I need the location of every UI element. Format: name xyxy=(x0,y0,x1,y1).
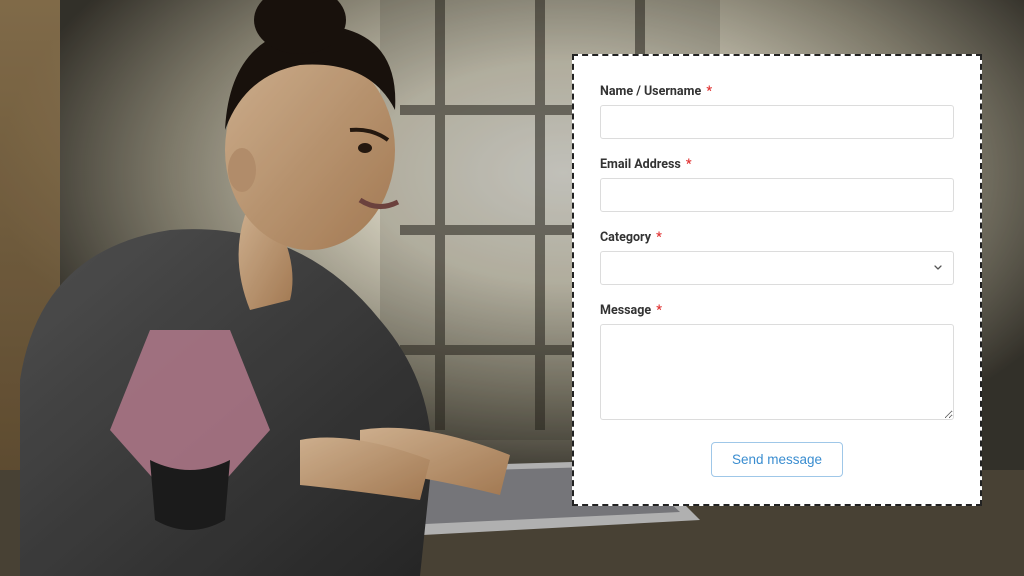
field-category: Category * xyxy=(600,230,954,285)
field-name: Name / Username * xyxy=(600,84,954,139)
send-message-button[interactable]: Send message xyxy=(711,442,843,477)
category-label-text: Category xyxy=(600,230,651,245)
screenshot-stage: Name / Username * Email Address * Catego… xyxy=(0,0,1024,576)
category-select-wrap xyxy=(600,251,954,285)
email-label-text: Email Address xyxy=(600,157,681,172)
category-select[interactable] xyxy=(600,251,954,285)
required-mark: * xyxy=(706,84,712,99)
field-message: Message * xyxy=(600,303,954,424)
contact-form-panel: Name / Username * Email Address * Catego… xyxy=(572,54,982,506)
message-label-text: Message xyxy=(600,303,651,318)
submit-row: Send message xyxy=(600,442,954,477)
name-label: Name / Username * xyxy=(600,84,954,99)
name-label-text: Name / Username xyxy=(600,84,701,99)
message-label: Message * xyxy=(600,303,954,318)
name-input[interactable] xyxy=(600,105,954,139)
field-email: Email Address * xyxy=(600,157,954,212)
required-mark: * xyxy=(686,157,692,172)
required-mark: * xyxy=(656,230,662,245)
email-label: Email Address * xyxy=(600,157,954,172)
email-input[interactable] xyxy=(600,178,954,212)
message-textarea[interactable] xyxy=(600,324,954,420)
category-label: Category * xyxy=(600,230,954,245)
required-mark: * xyxy=(656,303,662,318)
